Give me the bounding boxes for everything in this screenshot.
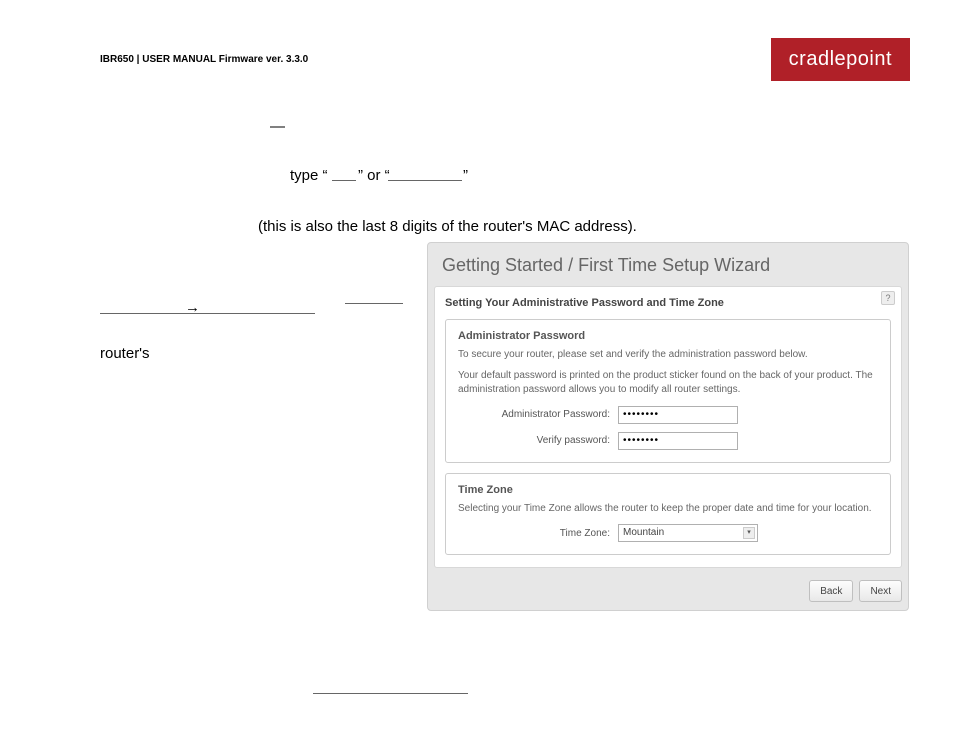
- arrow-symbol: →: [185, 299, 200, 316]
- wizard-button-row: Back Next: [428, 574, 908, 610]
- underline-segment-footer: [313, 680, 468, 694]
- admin-password-fieldset: Administrator Password To secure your ro…: [445, 319, 891, 463]
- setup-wizard-panel: Getting Started / First Time Setup Wizar…: [427, 242, 909, 611]
- chevron-down-icon: ▾: [743, 527, 755, 539]
- admin-password-label: Administrator Password:: [458, 409, 618, 420]
- routers-text: router's: [100, 345, 150, 362]
- verify-password-label: Verify password:: [458, 435, 618, 446]
- type-text-prefix: type “: [290, 167, 328, 184]
- wizard-title: Getting Started / First Time Setup Wizar…: [428, 243, 908, 286]
- verify-password-input[interactable]: [618, 432, 738, 450]
- em-dash-text: —: [270, 118, 285, 135]
- admin-password-row: Administrator Password:: [458, 406, 878, 424]
- underline-segment-1: [345, 290, 403, 304]
- mac-address-note: (this is also the last 8 digits of the r…: [258, 218, 637, 235]
- underline-segment-2: [100, 300, 315, 314]
- page-header: IBR650 | USER MANUAL Firmware ver. 3.3.0…: [100, 38, 910, 81]
- doc-title: IBR650 | USER MANUAL Firmware ver. 3.3.0: [100, 54, 308, 65]
- wizard-card-heading: Setting Your Administrative Password and…: [445, 297, 891, 309]
- timezone-legend: Time Zone: [458, 484, 878, 496]
- verify-password-row: Verify password:: [458, 432, 878, 450]
- wizard-card: ? Setting Your Administrative Password a…: [434, 286, 902, 568]
- blank-field-1: [332, 167, 356, 181]
- admin-password-input[interactable]: [618, 406, 738, 424]
- timezone-text: Selecting your Time Zone allows the rout…: [458, 502, 878, 517]
- timezone-row: Time Zone: Mountain ▾: [458, 524, 878, 542]
- timezone-select[interactable]: Mountain ▾: [618, 524, 758, 542]
- admin-password-text-2: Your default password is printed on the …: [458, 369, 878, 398]
- help-icon[interactable]: ?: [881, 291, 895, 305]
- timezone-select-value: Mountain: [623, 527, 664, 538]
- back-button[interactable]: Back: [809, 580, 853, 602]
- timezone-label: Time Zone:: [458, 528, 618, 539]
- admin-password-text-1: To secure your router, please set and ve…: [458, 348, 878, 363]
- type-text-mid: ” or “: [358, 167, 390, 184]
- blank-field-2: [388, 167, 462, 181]
- timezone-fieldset: Time Zone Selecting your Time Zone allow…: [445, 473, 891, 556]
- type-text-suffix: ”: [463, 167, 468, 184]
- admin-password-legend: Administrator Password: [458, 330, 878, 342]
- next-button[interactable]: Next: [859, 580, 902, 602]
- brand-logo: cradlepoint: [771, 38, 910, 81]
